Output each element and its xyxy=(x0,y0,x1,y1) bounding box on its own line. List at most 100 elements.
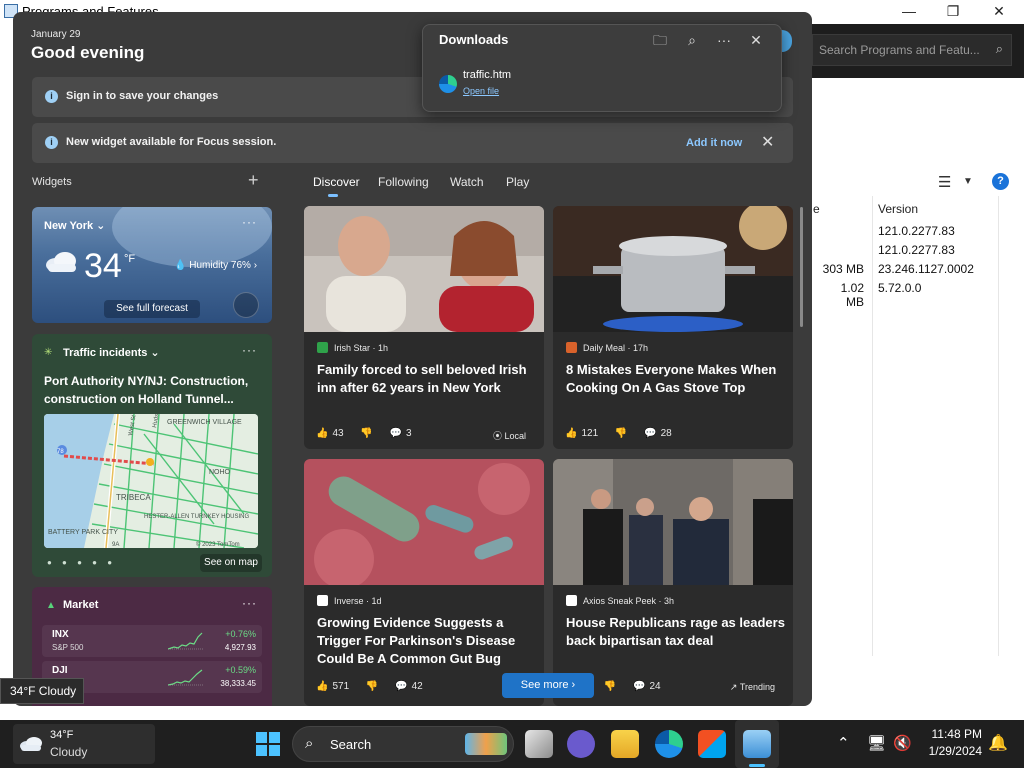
open-file-link[interactable]: Open file xyxy=(463,86,499,96)
more-options-icon[interactable]: ··· xyxy=(242,596,257,610)
tab-watch[interactable]: Watch xyxy=(450,175,484,189)
taskbar-weather-button[interactable]: 34°F Cloudy xyxy=(13,724,155,764)
news-card[interactable]: Daily Meal · 17h 8 Mistakes Everyone Mak… xyxy=(553,206,793,449)
weather-widget[interactable]: New York ⌄ ··· 34 °F 💧 Humidity 76% › Se… xyxy=(32,207,272,323)
row-version: 121.0.2277.83 xyxy=(878,224,955,238)
column-header-size[interactable]: e xyxy=(813,202,820,216)
close-icon[interactable]: ✕ xyxy=(761,132,774,152)
see-more-button[interactable]: See more › xyxy=(502,673,594,698)
edge-icon[interactable] xyxy=(655,730,683,758)
weather-map-thumbnail[interactable] xyxy=(233,292,259,318)
tab-discover[interactable]: Discover xyxy=(313,175,360,189)
tab-play[interactable]: Play xyxy=(506,175,529,189)
traffic-widget[interactable]: ✳ Traffic incidents ⌄ ··· Port Authority… xyxy=(32,334,272,577)
like-icon[interactable]: 👍 xyxy=(316,681,328,692)
news-image xyxy=(553,459,793,585)
taskbar-search-box[interactable]: ⌕ Search xyxy=(292,726,514,762)
weather-city[interactable]: New York ⌄ xyxy=(44,219,105,232)
weather-humidity: 💧 Humidity 76% › xyxy=(174,260,258,271)
carousel-dots[interactable]: ● ● ● ● ● xyxy=(47,558,116,567)
chevron-up-icon[interactable]: ⌃ xyxy=(837,734,850,752)
notification-bell-icon[interactable]: 🔔 xyxy=(988,733,1008,753)
dislike-icon[interactable]: 👎 xyxy=(366,681,378,692)
file-explorer-icon[interactable] xyxy=(611,730,639,758)
comment-icon[interactable]: 💬 xyxy=(644,428,656,439)
source-text: Daily Meal · 17h xyxy=(583,343,649,353)
more-options-icon[interactable]: ··· xyxy=(713,30,735,50)
chevron-down-icon[interactable]: ▼ xyxy=(963,176,973,187)
add-it-now-link[interactable]: Add it now xyxy=(686,137,742,149)
maximize-button[interactable]: ❐ xyxy=(930,0,976,24)
like-icon[interactable]: 👍 xyxy=(316,428,328,439)
news-reactions: 👍 571 👎 💬 42 xyxy=(316,681,427,692)
widgets-section-label: Widgets xyxy=(32,176,72,188)
task-view-icon[interactable] xyxy=(525,730,553,758)
news-source: Daily Meal · 17h xyxy=(566,342,648,353)
minimize-button[interactable]: — xyxy=(886,0,932,24)
volume-muted-icon[interactable]: 🔇 xyxy=(893,734,912,752)
more-options-icon[interactable]: ··· xyxy=(242,215,257,229)
edge-file-icon xyxy=(439,75,457,93)
news-card[interactable]: Inverse · 1d Growing Evidence Suggests a… xyxy=(304,459,544,706)
tab-following[interactable]: Following xyxy=(378,175,429,189)
source-text: Axios Sneak Peek · 3h xyxy=(583,596,675,606)
stock-name: S&P 500 xyxy=(52,643,84,652)
network-icon[interactable]: 🖥 xyxy=(867,734,886,752)
more-options-icon[interactable]: ··· xyxy=(242,343,257,357)
store-icon[interactable] xyxy=(698,730,726,758)
sparkline xyxy=(168,669,204,686)
stock-symbol: DJI xyxy=(52,665,68,676)
like-icon[interactable]: 👍 xyxy=(565,428,577,439)
stock-row[interactable]: INX S&P 500 +0.76% 4,927.93 xyxy=(42,625,262,657)
source-logo-icon xyxy=(317,595,328,606)
search-programs-input[interactable]: Search Programs and Featu... ⌕ xyxy=(812,34,1012,66)
dislike-icon[interactable]: 👎 xyxy=(604,681,616,692)
comment-icon[interactable]: 💬 xyxy=(633,681,645,692)
close-button[interactable]: ✕ xyxy=(976,0,1022,24)
news-title[interactable]: House Republicans rage as leaders back b… xyxy=(566,614,786,650)
help-icon[interactable]: ? xyxy=(992,173,1009,190)
see-on-map-button[interactable]: See on map xyxy=(200,554,262,572)
start-button[interactable] xyxy=(256,732,280,756)
sparkline xyxy=(168,632,204,650)
search-icon[interactable]: ⌕ xyxy=(681,30,703,50)
widgets-greeting: Good evening xyxy=(31,43,145,62)
open-folder-icon[interactable]: 🗀 xyxy=(649,30,671,50)
news-title[interactable]: Growing Evidence Suggests a Trigger For … xyxy=(317,614,537,668)
view-options-icon[interactable]: ☰ xyxy=(938,173,951,191)
traffic-label-text: Traffic incidents xyxy=(63,347,148,359)
comment-icon[interactable]: 💬 xyxy=(390,428,402,439)
dislike-icon[interactable]: 👎 xyxy=(360,428,372,439)
news-card[interactable]: Axios Sneak Peek · 3h House Republicans … xyxy=(553,459,793,706)
news-source: Inverse · 1d xyxy=(317,595,382,606)
news-title[interactable]: Family forced to sell beloved Irish inn … xyxy=(317,361,537,397)
news-image xyxy=(304,459,544,585)
city-name: New York xyxy=(44,220,94,232)
column-header-version[interactable]: Version xyxy=(878,202,918,216)
location-icon: ⦿ xyxy=(492,431,502,441)
dislike-icon[interactable]: 👎 xyxy=(615,428,627,439)
map-label: GREENWICH VILLAGE xyxy=(167,419,242,426)
downloads-title: Downloads xyxy=(439,32,509,47)
cloud-icon xyxy=(20,737,42,751)
clock-date[interactable]: 1/29/2024 xyxy=(912,744,982,758)
feed-scrollbar[interactable] xyxy=(800,207,803,327)
column-divider xyxy=(872,196,873,656)
map-label: 9A xyxy=(112,542,119,548)
see-full-forecast-button[interactable]: See full forecast xyxy=(104,300,200,318)
comment-icon[interactable]: 💬 xyxy=(395,681,407,692)
news-card[interactable]: Irish Star · 1h Family forced to sell be… xyxy=(304,206,544,449)
news-title[interactable]: 8 Mistakes Everyone Makes When Cooking O… xyxy=(566,361,786,397)
clock-time[interactable]: 11:48 PM xyxy=(922,727,982,741)
add-widget-button[interactable]: + xyxy=(248,170,259,191)
traffic-label[interactable]: Traffic incidents ⌄ xyxy=(63,346,160,359)
chat-icon[interactable] xyxy=(567,730,595,758)
traffic-headline[interactable]: Port Authority NY/NJ: Construction, cons… xyxy=(44,372,264,408)
source-logo-icon xyxy=(317,342,328,353)
taskbar-temperature: 34°F xyxy=(50,729,74,741)
close-icon[interactable]: ✕ xyxy=(745,30,767,50)
news-source: Axios Sneak Peek · 3h xyxy=(566,595,674,606)
traffic-map[interactable]: 78 GREENWICH VILLAGE NOHO TRIBECA HESTER… xyxy=(44,414,258,548)
downloaded-file-name[interactable]: traffic.htm xyxy=(463,69,511,81)
map-label: HESTER-ALLEN TURNKEY HOUSING xyxy=(144,514,249,520)
